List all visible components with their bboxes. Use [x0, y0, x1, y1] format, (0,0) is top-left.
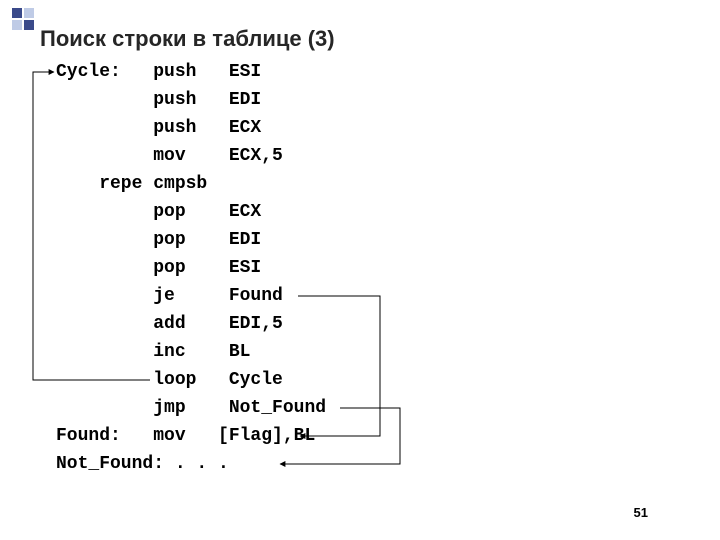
- code-line: Not_Found: . . .: [56, 450, 326, 478]
- logo-icon: [12, 8, 36, 32]
- code-line: Found: mov [Flag],BL: [56, 422, 326, 450]
- code-line: add EDI,5: [56, 310, 326, 338]
- code-block: Cycle: push ESI push EDI push ECX mov EC…: [56, 58, 326, 478]
- code-line: push ECX: [56, 114, 326, 142]
- code-line: mov ECX,5: [56, 142, 326, 170]
- code-line: je Found: [56, 282, 326, 310]
- page-number: 51: [634, 505, 648, 520]
- code-line: inc BL: [56, 338, 326, 366]
- code-line: push EDI: [56, 86, 326, 114]
- code-line: pop EDI: [56, 226, 326, 254]
- page-title: Поиск строки в таблице (3): [40, 26, 335, 52]
- code-line: repe cmpsb: [56, 170, 326, 198]
- code-line: pop ECX: [56, 198, 326, 226]
- code-line: Cycle: push ESI: [56, 58, 326, 86]
- code-line: loop Cycle: [56, 366, 326, 394]
- code-line: pop ESI: [56, 254, 326, 282]
- code-line: jmp Not_Found: [56, 394, 326, 422]
